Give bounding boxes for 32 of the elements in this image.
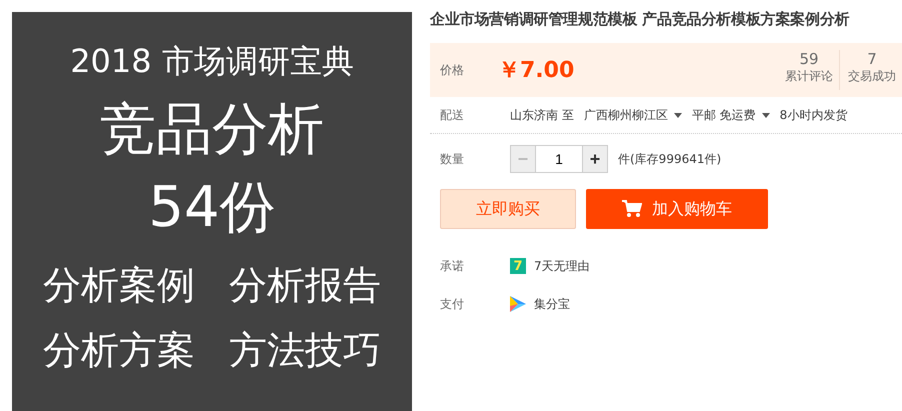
price-label: 价格 — [440, 62, 465, 78]
play-triangle-icon — [510, 296, 526, 312]
delivery-label: 配送 — [440, 106, 465, 124]
cart-icon — [622, 200, 642, 218]
caret-icon — [674, 112, 682, 118]
service-text: 集分宝 — [534, 296, 570, 312]
image-tag: 分析方案 — [43, 325, 195, 376]
image-tag: 分析案例 — [43, 260, 195, 311]
stat-label: 交易成功 — [848, 68, 896, 85]
delivery-origin: 山东济南 至 — [510, 106, 574, 124]
dispatch-time: 8小时内发货 — [780, 106, 848, 124]
stock-text: 件(库存999641件) — [618, 150, 722, 168]
image-headline: 2018 市场调研宝典 — [70, 41, 354, 82]
return-badge-icon: 7 — [510, 258, 526, 274]
stat-label: 累计评论 — [785, 68, 833, 85]
caret-icon — [762, 112, 770, 118]
service-label: 承诺 — [440, 258, 465, 274]
service-label: 支付 — [440, 296, 465, 312]
quantity-field[interactable]: 1 — [536, 145, 582, 173]
price-value: ￥7.00 — [498, 57, 574, 85]
quantity-label: 数量 — [440, 150, 465, 168]
stat-count: 59 — [799, 50, 819, 68]
image-count: 54份 — [148, 174, 276, 242]
image-title: 竞品分析 — [100, 96, 324, 164]
increase-button[interactable]: + — [582, 145, 608, 173]
image-tag: 方法技巧 — [229, 325, 381, 376]
service-text: 7天无理由 — [534, 258, 590, 274]
destination-dropdown[interactable]: 广西柳州柳江区 — [584, 106, 682, 124]
shipping-dropdown[interactable]: 平邮 免运费 — [692, 106, 770, 124]
image-tag: 分析报告 — [229, 260, 381, 311]
product-title: 企业市场营销调研管理规范模板 产品竞品分析模板方案案例分析 — [430, 10, 850, 29]
stat-count: 7 — [867, 50, 877, 68]
